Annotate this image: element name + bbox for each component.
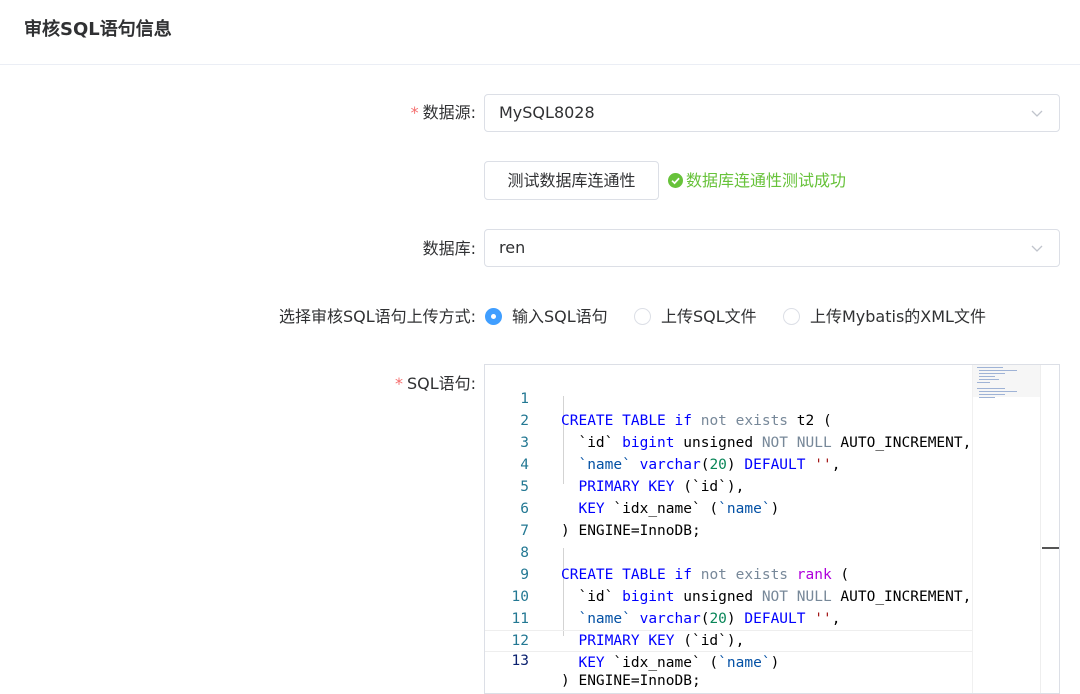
datasource-label: * 数据源: bbox=[411, 102, 476, 124]
editor-minimap[interactable] bbox=[972, 365, 1041, 693]
database-select[interactable]: ren bbox=[484, 229, 1060, 267]
code-line[interactable]: 3 `name` varchar(20) DEFAULT '', bbox=[485, 410, 972, 473]
chevron-down-icon bbox=[1031, 110, 1043, 117]
datasource-select[interactable]: MySQL8028 bbox=[484, 94, 1060, 132]
test-connection-button[interactable]: 测试数据库连通性 bbox=[484, 161, 659, 200]
code-line[interactable]: 12 KEY `idx_name` (`name`) bbox=[485, 608, 972, 671]
minimap-line bbox=[977, 367, 1003, 368]
editor-scrollbar[interactable] bbox=[1040, 365, 1059, 693]
code-line[interactable]: 4 PRIMARY KEY (`id`), bbox=[485, 432, 972, 495]
radio-label: 上传Mybatis的XML文件 bbox=[810, 307, 986, 326]
code-line[interactable]: 6 ) ENGINE=InnoDB; bbox=[485, 476, 972, 539]
radio-button[interactable] bbox=[783, 308, 800, 325]
minimap-line bbox=[979, 376, 995, 377]
minimap-line bbox=[979, 394, 1005, 395]
minimap-line bbox=[979, 373, 1005, 374]
required-mark: * bbox=[394, 374, 403, 393]
page-title: 审核SQL语句信息 bbox=[24, 19, 172, 40]
code-line[interactable]: 10 `name` varchar(20) DEFAULT '', bbox=[485, 564, 972, 627]
radio-button[interactable] bbox=[634, 308, 651, 325]
code-line[interactable]: 7 bbox=[485, 498, 972, 539]
line-number: 13 bbox=[511, 653, 529, 669]
minimap-line bbox=[977, 382, 990, 383]
datasource-value: MySQL8028 bbox=[499, 103, 595, 122]
code-text: ) ENGINE=InnoDB; bbox=[561, 673, 701, 689]
sql-label-text: SQL语句: bbox=[406, 374, 476, 393]
radio-input-sql[interactable]: 输入SQL语句 bbox=[485, 306, 608, 328]
minimap-line bbox=[979, 397, 995, 398]
code-line[interactable]: 11 PRIMARY KEY (`id`), bbox=[485, 586, 972, 649]
check-circle-icon bbox=[668, 173, 683, 188]
required-mark: * bbox=[410, 103, 419, 122]
radio-label: 上传SQL文件 bbox=[661, 307, 757, 326]
sql-editor[interactable]: 1 CREATE TABLE if not exists t2 ( 2 `id`… bbox=[484, 364, 1060, 694]
minimap-line bbox=[979, 370, 1017, 371]
chevron-down-icon bbox=[1031, 245, 1043, 252]
code-line[interactable]: 8 CREATE TABLE if not exists rank ( bbox=[485, 520, 972, 583]
test-result: 数据库连通性测试成功 bbox=[668, 170, 846, 192]
minimap-line bbox=[979, 379, 999, 380]
scrollbar-cursor-marker bbox=[1042, 547, 1059, 549]
test-result-text: 数据库连通性测试成功 bbox=[686, 171, 847, 190]
minimap-line bbox=[977, 388, 1005, 389]
database-value: ren bbox=[499, 238, 526, 257]
page-header: 审核SQL语句信息 bbox=[0, 0, 1080, 65]
sql-label: * SQL语句: bbox=[395, 373, 476, 395]
code-line-current[interactable]: 13 ) ENGINE=InnoDB; bbox=[485, 630, 972, 689]
radio-label: 输入SQL语句 bbox=[512, 307, 608, 326]
code-line[interactable]: 1 CREATE TABLE if not exists t2 ( bbox=[485, 366, 972, 429]
radio-upload-sql-file[interactable]: 上传SQL文件 bbox=[634, 306, 757, 328]
minimap-line bbox=[979, 391, 1017, 392]
datasource-label-text: 数据源: bbox=[422, 103, 476, 122]
code-line[interactable]: 5 KEY `idx_name` (`name`) bbox=[485, 454, 972, 517]
code-line[interactable]: 2 `id` bigint unsigned NOT NULL AUTO_INC… bbox=[485, 388, 972, 451]
upload-mode-label: 选择审核SQL语句上传方式: bbox=[278, 307, 476, 326]
code-line[interactable]: 9 `id` bigint unsigned NOT NULL AUTO_INC… bbox=[485, 542, 972, 605]
radio-upload-mybatis-xml[interactable]: 上传Mybatis的XML文件 bbox=[783, 306, 986, 328]
database-label: 数据库: bbox=[422, 239, 476, 258]
radio-button-checked[interactable] bbox=[485, 308, 502, 325]
